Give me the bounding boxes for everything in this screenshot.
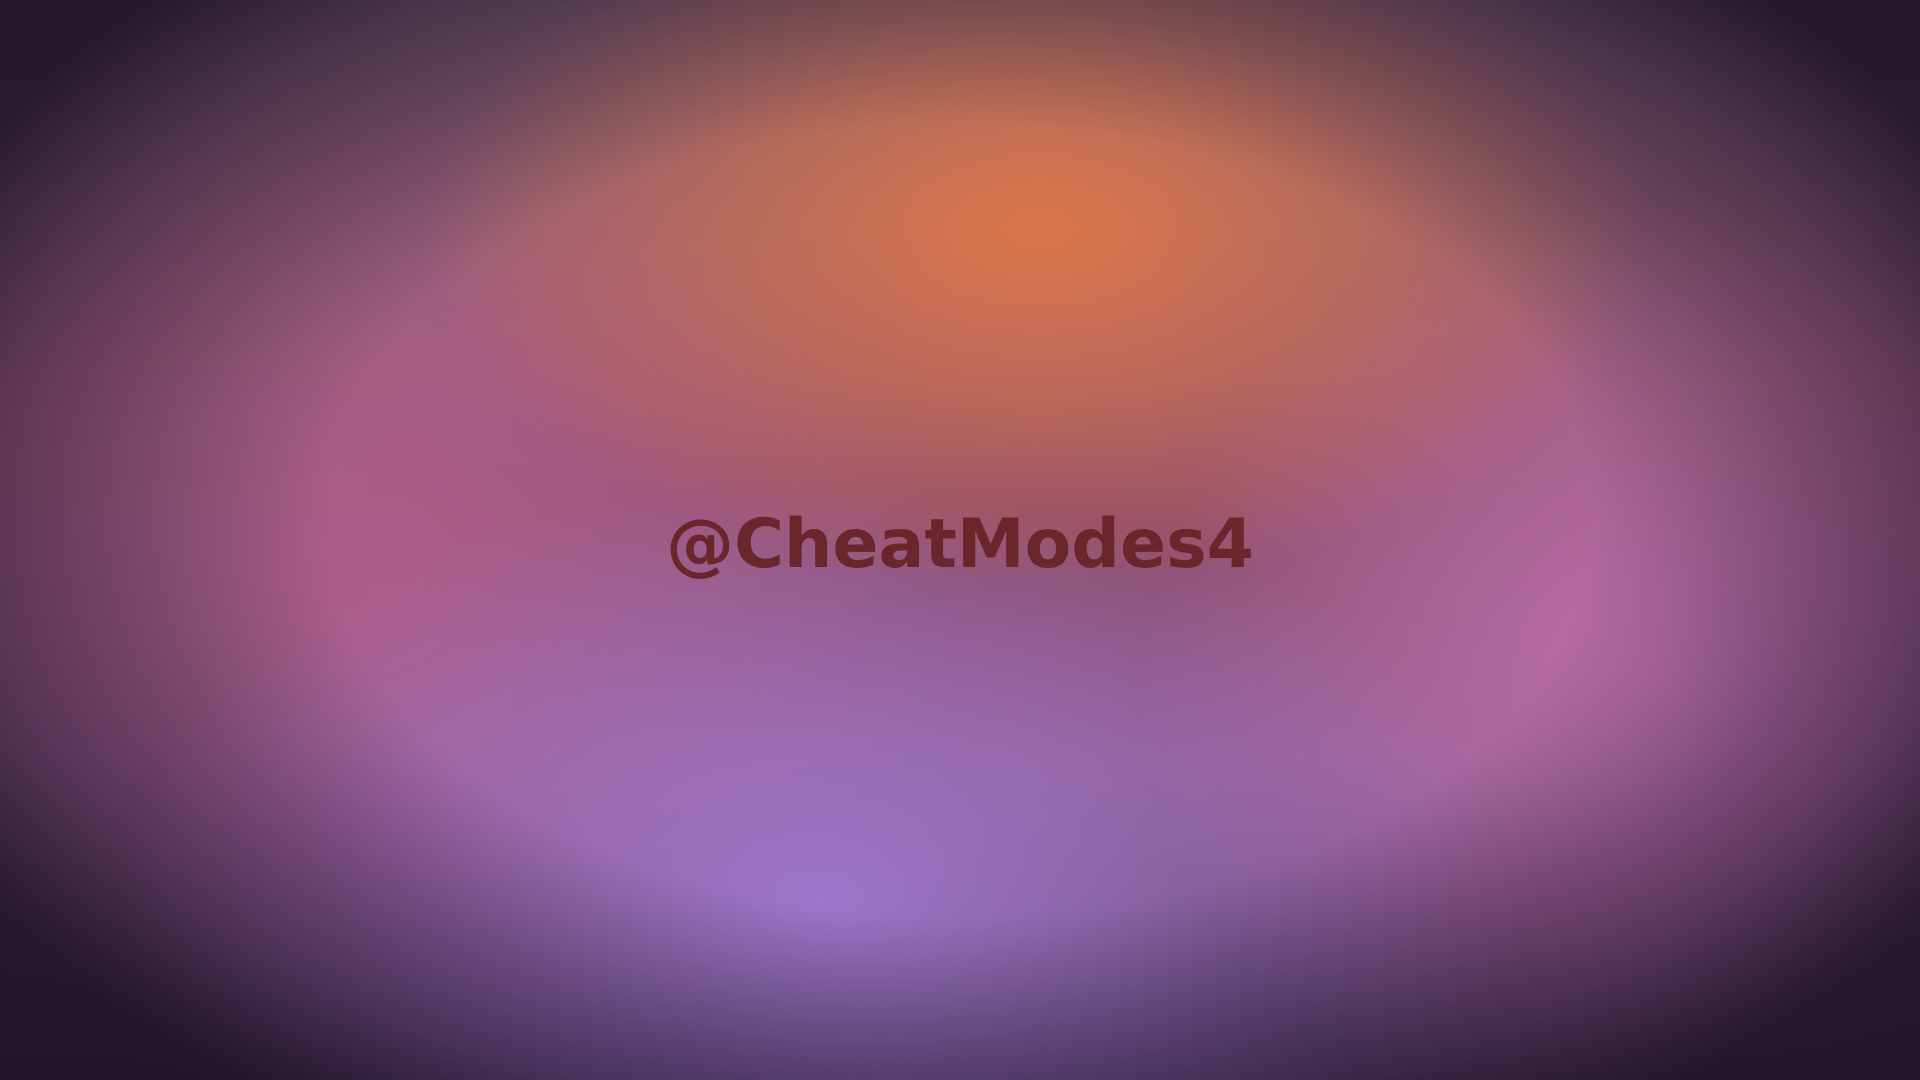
watermark-handle-text: @CheatModes4	[666, 505, 1254, 584]
